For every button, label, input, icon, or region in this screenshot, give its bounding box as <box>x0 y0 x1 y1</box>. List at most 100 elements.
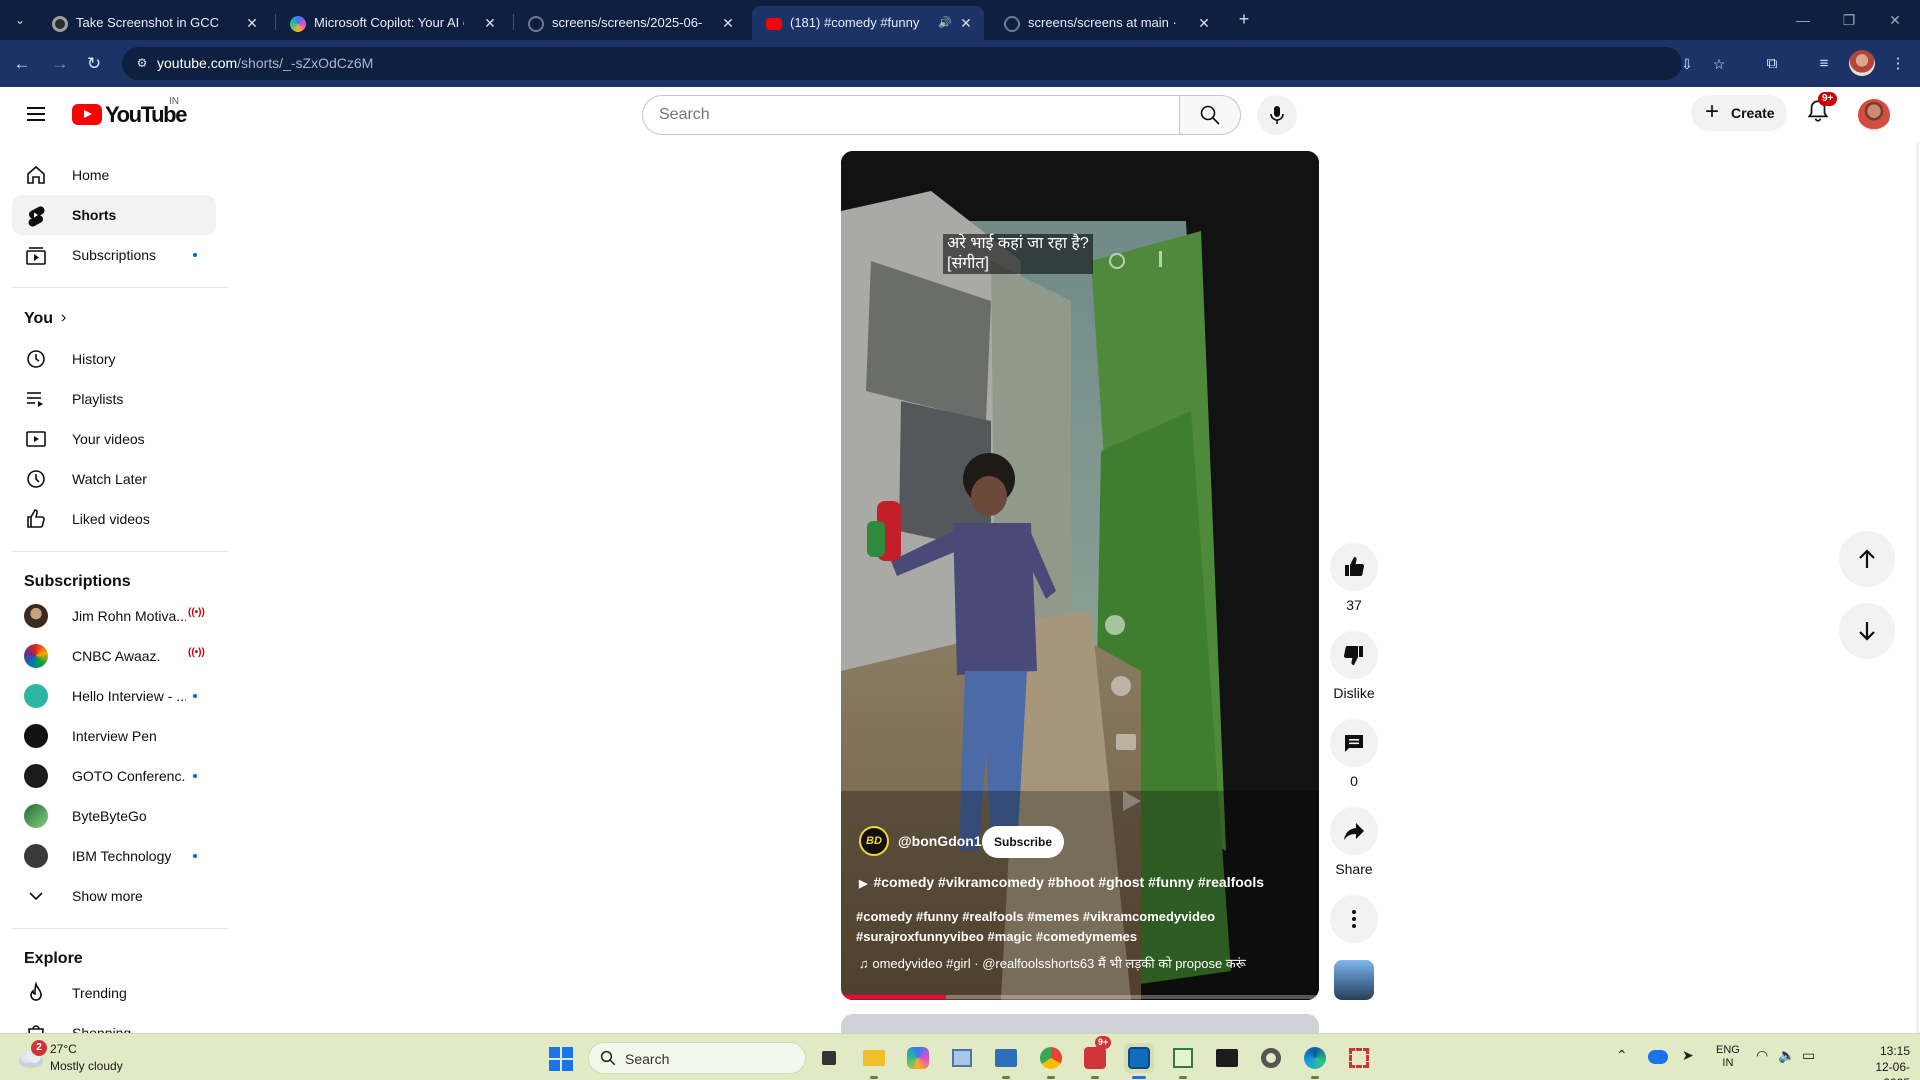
channel-avatar[interactable]: BD <box>859 826 889 856</box>
location-icon[interactable]: ➤ <box>1682 1047 1694 1064</box>
channel-handle[interactable]: @bonGdon1 <box>898 833 982 849</box>
close-tab-icon[interactable]: ✕ <box>720 6 736 40</box>
snipping-tool-icon[interactable] <box>1344 1043 1374 1073</box>
new-content-dot <box>193 854 197 858</box>
subscribe-button[interactable]: Subscribe <box>982 826 1065 858</box>
account-avatar[interactable] <box>1858 99 1890 131</box>
input-language[interactable]: ENG IN <box>1716 1044 1740 1070</box>
restore-button[interactable]: ❐ <box>1826 8 1872 32</box>
sidebar-item-playlists[interactable]: Playlists <box>12 379 216 419</box>
settings-icon[interactable] <box>1256 1043 1286 1073</box>
extensions-icon[interactable]: ⧉ <box>1760 52 1784 76</box>
sound-thumbnail[interactable] <box>1334 960 1374 1000</box>
search-input[interactable] <box>643 96 1179 134</box>
voice-search-button[interactable] <box>1257 95 1297 135</box>
speaker-icon[interactable]: 🔊 <box>938 6 952 40</box>
outlook-icon[interactable] <box>1124 1043 1154 1079</box>
sidebar-item-subscriptions[interactable]: Subscriptions <box>12 235 216 275</box>
previous-short-button[interactable] <box>1839 531 1895 587</box>
shorts-video-player[interactable]: अरे भाई कहां जा रहा है? [संगीत] BD @bonG… <box>841 151 1319 1000</box>
windows-taskbar: 2 27°C Mostly cloudy Search 9+ ⌃ ➤ ENG I… <box>0 1033 1920 1080</box>
volume-icon[interactable]: 🔈 <box>1778 1047 1795 1064</box>
subscription-item-interview-pen[interactable]: Interview Pen <box>12 716 216 756</box>
bookmark-star-icon[interactable]: ☆ <box>1710 55 1728 73</box>
url-text[interactable]: youtube.com/shorts/_-sZxOdCz6M <box>157 55 373 71</box>
country-code: IN <box>169 96 179 107</box>
reload-button[interactable]: ↻ <box>82 52 106 76</box>
wifi-icon[interactable]: ◠ <box>1756 1047 1768 1064</box>
sidebar-item-shopping[interactable]: Shopping <box>12 1013 216 1033</box>
chrome-icon[interactable] <box>1036 1043 1066 1079</box>
subscription-item-ibm-technology[interactable]: IBM Technology <box>12 836 216 876</box>
close-tab-icon[interactable]: ✕ <box>958 6 974 40</box>
new-tab-button[interactable]: + <box>1234 8 1254 32</box>
create-button[interactable]: + Create <box>1691 95 1787 131</box>
short-title[interactable]: ▶ #comedy #vikramcomedy #bhoot #ghost #fu… <box>859 874 1299 890</box>
arrow-up-icon <box>1859 549 1875 568</box>
minimize-button[interactable]: — <box>1780 8 1826 32</box>
copilot-app-icon[interactable] <box>903 1043 933 1073</box>
close-tab-icon[interactable]: ✕ <box>482 6 498 40</box>
clock-date: 12-06-2025 <box>1875 1060 1910 1080</box>
sidebar-item-shorts[interactable]: Shorts <box>12 195 216 235</box>
subscription-item-bytebytego[interactable]: ByteByteGo <box>12 796 216 836</box>
subscription-item-hello-interview[interactable]: Hello Interview - ... <box>12 676 216 716</box>
forward-button[interactable]: → <box>48 52 72 76</box>
notepad-icon[interactable] <box>947 1043 977 1073</box>
edge-icon[interactable] <box>1300 1043 1330 1079</box>
more-actions-button[interactable] <box>1330 895 1378 943</box>
close-tab-icon[interactable]: ✕ <box>1196 6 1212 40</box>
tab-search-menu[interactable]: ⌄ <box>10 10 30 30</box>
dislike-button[interactable]: Dislike <box>1330 631 1378 701</box>
sidebar-item-trending[interactable]: Trending <box>12 973 216 1013</box>
system-clock[interactable]: 13:15 12-06-2025 <box>1860 1043 1910 1080</box>
address-bar[interactable]: ⚙ youtube.com/shorts/_-sZxOdCz6M ⇩ ☆ <box>122 47 1725 80</box>
show-hidden-icons-button[interactable]: ⌃ <box>1616 1047 1628 1064</box>
sidebar-item-history[interactable]: History <box>12 339 216 379</box>
video-progress-bar[interactable] <box>841 995 1319 999</box>
site-info-icon[interactable]: ⚙ <box>134 55 150 71</box>
start-button[interactable] <box>549 1047 573 1071</box>
task-view-icon[interactable] <box>814 1043 844 1073</box>
subscription-item-jim-rohn[interactable]: Jim Rohn Motiva... ((•)) <box>12 596 216 636</box>
media-control-icon[interactable]: ≡ <box>1812 52 1836 76</box>
comments-button[interactable]: 0 <box>1330 719 1378 789</box>
subscription-item-goto-conferences[interactable]: GOTO Conferenc... <box>12 756 216 796</box>
like-button[interactable]: 37 <box>1330 543 1378 613</box>
install-app-icon[interactable]: ⇩ <box>1678 55 1696 73</box>
chevron-right-icon: › <box>61 309 67 326</box>
share-button[interactable]: Share <box>1330 807 1378 877</box>
file-explorer-icon[interactable] <box>859 1043 889 1079</box>
close-tab-icon[interactable]: ✕ <box>244 6 260 40</box>
short-description[interactable]: #comedy #funny #realfools #memes #vikram… <box>856 907 1306 947</box>
sidebar-item-liked-videos[interactable]: Liked videos <box>12 499 216 539</box>
show-more-button[interactable]: Show more <box>12 876 216 916</box>
guide-menu-button[interactable] <box>24 103 48 127</box>
sidebar-item-watch-later[interactable]: Watch Later <box>12 459 216 499</box>
search-button[interactable] <box>1179 95 1241 135</box>
more-menu-icon[interactable]: ⋮ <box>1886 52 1910 76</box>
subscription-item-cnbc-awaaz[interactable]: CNBC Awaaz. ((•)) <box>12 636 216 676</box>
battery-icon[interactable]: ▭ <box>1802 1047 1815 1064</box>
excel-icon[interactable] <box>1168 1043 1198 1079</box>
onedrive-icon[interactable] <box>1648 1050 1668 1064</box>
back-button[interactable]: ← <box>10 52 34 76</box>
browser-tab-2[interactable]: Microsoft Copilot: Your AI comp ✕ <box>276 6 508 40</box>
page-scrollbar[interactable] <box>1916 143 1919 1033</box>
taskbar-search[interactable]: Search <box>588 1042 806 1074</box>
browser-profile-avatar[interactable] <box>1849 50 1875 76</box>
browser-tab-4-active[interactable]: (181) #comedy #funny #rea 🔊 ✕ <box>752 6 984 40</box>
you-section-header[interactable]: You › <box>12 299 216 339</box>
terminal-icon[interactable] <box>1212 1043 1242 1073</box>
channel-avatar <box>24 764 48 788</box>
close-window-button[interactable]: ✕ <box>1872 8 1918 32</box>
music-attribution[interactable]: ♫ omedyvideo #girl · @realfoolsshorts63 … <box>859 954 1309 972</box>
sidebar-item-your-videos[interactable]: Your videos <box>12 419 216 459</box>
browser-tab-5[interactable]: screens/screens at main · shubh ✕ <box>990 6 1222 40</box>
browser-tab-1[interactable]: Take Screenshot in GCC ✕ <box>38 6 270 40</box>
teams-icon[interactable]: 9+ <box>1080 1036 1112 1079</box>
sidebar-item-home[interactable]: Home <box>12 155 216 195</box>
remote-desktop-icon[interactable] <box>991 1043 1021 1079</box>
browser-tab-3[interactable]: screens/screens/2025-06-12_09 ✕ <box>514 6 746 40</box>
next-short-button[interactable] <box>1839 603 1895 659</box>
